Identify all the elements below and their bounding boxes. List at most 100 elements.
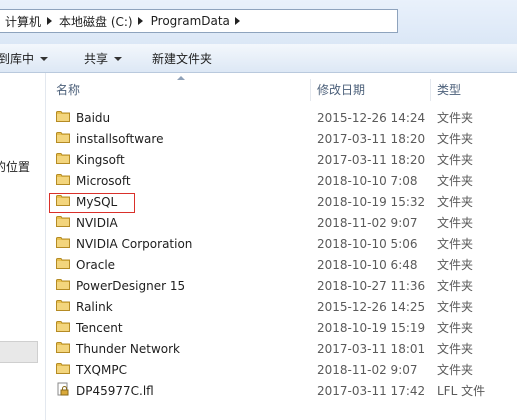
new-folder-button[interactable]: 新建文件夹 bbox=[152, 44, 212, 73]
folder-icon bbox=[56, 278, 70, 293]
file-type: 文件夹 bbox=[437, 195, 474, 209]
file-name-cell: TXQMPC bbox=[56, 359, 127, 380]
file-row[interactable]: NVIDIA 2018-11-02 9:07 文件夹 bbox=[46, 212, 517, 233]
file-date: 2018-11-02 9:07 bbox=[317, 215, 418, 230]
breadcrumb-local-disk[interactable]: 本地磁盘 (C:) bbox=[54, 13, 136, 30]
file-name-cell: Baidu bbox=[56, 107, 110, 128]
file-row[interactable]: Tencent 2018-10-19 15:19 文件夹 bbox=[46, 317, 517, 338]
file-row[interactable]: TXQMPC 2018-11-02 9:07 文件夹 bbox=[46, 359, 517, 380]
chevron-down-icon bbox=[114, 56, 123, 61]
share-button[interactable]: 共享 bbox=[84, 44, 123, 73]
file-name: Baidu bbox=[76, 110, 111, 125]
file-date: 2017-03-11 18:20 bbox=[317, 152, 426, 167]
column-date-label: 修改日期 bbox=[317, 83, 366, 97]
file-name-cell: Microsoft bbox=[56, 170, 131, 191]
file-row[interactable]: installsoftware 2017-03-11 18:20 文件夹 bbox=[46, 128, 517, 149]
navigation-pane: 的位置 bbox=[0, 73, 46, 420]
file-type: 文件夹 bbox=[437, 153, 474, 167]
file-type: 文件夹 bbox=[437, 237, 474, 251]
file-name: Tencent bbox=[76, 320, 123, 335]
breadcrumb-computer[interactable]: 计算机 bbox=[0, 13, 44, 30]
folder-icon bbox=[56, 152, 70, 167]
file-name: installsoftware bbox=[76, 131, 164, 146]
chevron-right-icon[interactable] bbox=[136, 9, 146, 33]
breadcrumb-label: 本地磁盘 (C:) bbox=[59, 14, 133, 29]
nav-item-locations[interactable]: 的位置 bbox=[0, 158, 30, 175]
file-type: 文件夹 bbox=[437, 342, 474, 356]
include-in-library-button[interactable]: 到库中 bbox=[0, 44, 49, 73]
column-name-label: 名称 bbox=[56, 83, 81, 97]
file-type: LFL 文件 bbox=[437, 384, 486, 398]
file-name-cell: NVIDIA bbox=[56, 212, 118, 233]
file-name-cell: installsoftware bbox=[56, 128, 163, 149]
file-date: 2015-12-26 14:24 bbox=[317, 110, 426, 125]
file-type: 文件夹 bbox=[437, 321, 474, 335]
file-name: Microsoft bbox=[76, 173, 131, 188]
file-date: 2018-10-27 11:36 bbox=[317, 278, 426, 293]
file-row[interactable]: Baidu 2015-12-26 14:24 文件夹 bbox=[46, 107, 517, 128]
file-name-cell: Oracle bbox=[56, 254, 115, 275]
file-name: DP45977C.lfl bbox=[76, 383, 154, 398]
file-row[interactable]: NVIDIA Corporation 2018-10-10 5:06 文件夹 bbox=[46, 233, 517, 254]
file-name: Oracle bbox=[76, 257, 116, 272]
chevron-down-icon bbox=[40, 56, 49, 61]
file-row[interactable]: Ralink 2015-12-26 14:25 文件夹 bbox=[46, 296, 517, 317]
file-date: 2018-10-19 15:32 bbox=[317, 194, 426, 209]
share-label: 共享 bbox=[84, 52, 109, 66]
nav-pane-item[interactable] bbox=[0, 341, 38, 363]
column-type-header[interactable]: 类型 bbox=[437, 73, 517, 106]
file-name: NVIDIA bbox=[76, 215, 118, 230]
file-name-cell: DP45977C.lfl bbox=[56, 380, 154, 401]
file-name: Ralink bbox=[76, 299, 113, 314]
file-name: PowerDesigner 15 bbox=[76, 278, 186, 293]
file-row[interactable]: Kingsoft 2017-03-11 18:20 文件夹 bbox=[46, 149, 517, 170]
folder-icon bbox=[56, 341, 70, 356]
file-name: Kingsoft bbox=[76, 152, 125, 167]
file-name-cell: Tencent bbox=[56, 317, 123, 338]
file-name-cell: NVIDIA Corporation bbox=[56, 233, 192, 254]
file-name: Thunder Network bbox=[76, 341, 180, 356]
include-in-library-label: 到库中 bbox=[0, 52, 35, 66]
selection-highlight-box bbox=[49, 193, 135, 213]
new-folder-label: 新建文件夹 bbox=[152, 52, 213, 66]
address-box[interactable]: 计算机 本地磁盘 (C:) ProgramData bbox=[0, 9, 398, 33]
column-date-header[interactable]: 修改日期 bbox=[317, 73, 429, 106]
file-row[interactable]: PowerDesigner 15 2018-10-27 11:36 文件夹 bbox=[46, 275, 517, 296]
file-date: 2018-10-10 6:48 bbox=[317, 257, 418, 272]
column-type-label: 类型 bbox=[437, 83, 462, 97]
file-row[interactable]: Microsoft 2018-10-10 7:08 文件夹 bbox=[46, 170, 517, 191]
file-type: 文件夹 bbox=[437, 132, 474, 146]
folder-icon bbox=[56, 131, 70, 146]
address-bar: 计算机 本地磁盘 (C:) ProgramData bbox=[0, 0, 517, 44]
column-name-header[interactable]: 名称 bbox=[56, 73, 308, 106]
column-divider[interactable] bbox=[430, 79, 431, 101]
chevron-right-icon[interactable] bbox=[233, 9, 243, 33]
file-name: TXQMPC bbox=[76, 362, 127, 377]
chevron-right-icon[interactable] bbox=[44, 9, 54, 33]
file-type: 文件夹 bbox=[437, 258, 474, 272]
file-type: 文件夹 bbox=[437, 174, 474, 188]
file-name-cell: Kingsoft bbox=[56, 149, 125, 170]
file-date: 2018-10-19 15:19 bbox=[317, 320, 426, 335]
column-divider[interactable] bbox=[310, 79, 311, 101]
file-date: 2015-12-26 14:25 bbox=[317, 299, 426, 314]
file-date: 2017-03-11 18:20 bbox=[317, 131, 426, 146]
column-header: 名称 修改日期 类型 bbox=[46, 73, 517, 106]
file-type: 文件夹 bbox=[437, 216, 474, 230]
file-row[interactable]: DP45977C.lfl 2017-03-11 17:42 LFL 文件 bbox=[46, 380, 517, 401]
file-date: 2017-03-11 17:42 bbox=[317, 383, 426, 398]
file-type: 文件夹 bbox=[437, 111, 474, 125]
locked-file-icon bbox=[56, 382, 70, 399]
file-type: 文件夹 bbox=[437, 279, 474, 293]
file-name-cell: Thunder Network bbox=[56, 338, 180, 359]
folder-icon bbox=[56, 362, 70, 377]
file-row[interactable]: Oracle 2018-10-10 6:48 文件夹 bbox=[46, 254, 517, 275]
file-row[interactable]: Thunder Network 2017-03-11 18:01 文件夹 bbox=[46, 338, 517, 359]
folder-icon bbox=[56, 257, 70, 272]
file-name-cell: PowerDesigner 15 bbox=[56, 275, 185, 296]
folder-icon bbox=[56, 320, 70, 335]
file-type: 文件夹 bbox=[437, 363, 474, 377]
folder-icon bbox=[56, 173, 70, 188]
breadcrumb-programdata[interactable]: ProgramData bbox=[146, 14, 233, 28]
folder-icon bbox=[56, 299, 70, 314]
